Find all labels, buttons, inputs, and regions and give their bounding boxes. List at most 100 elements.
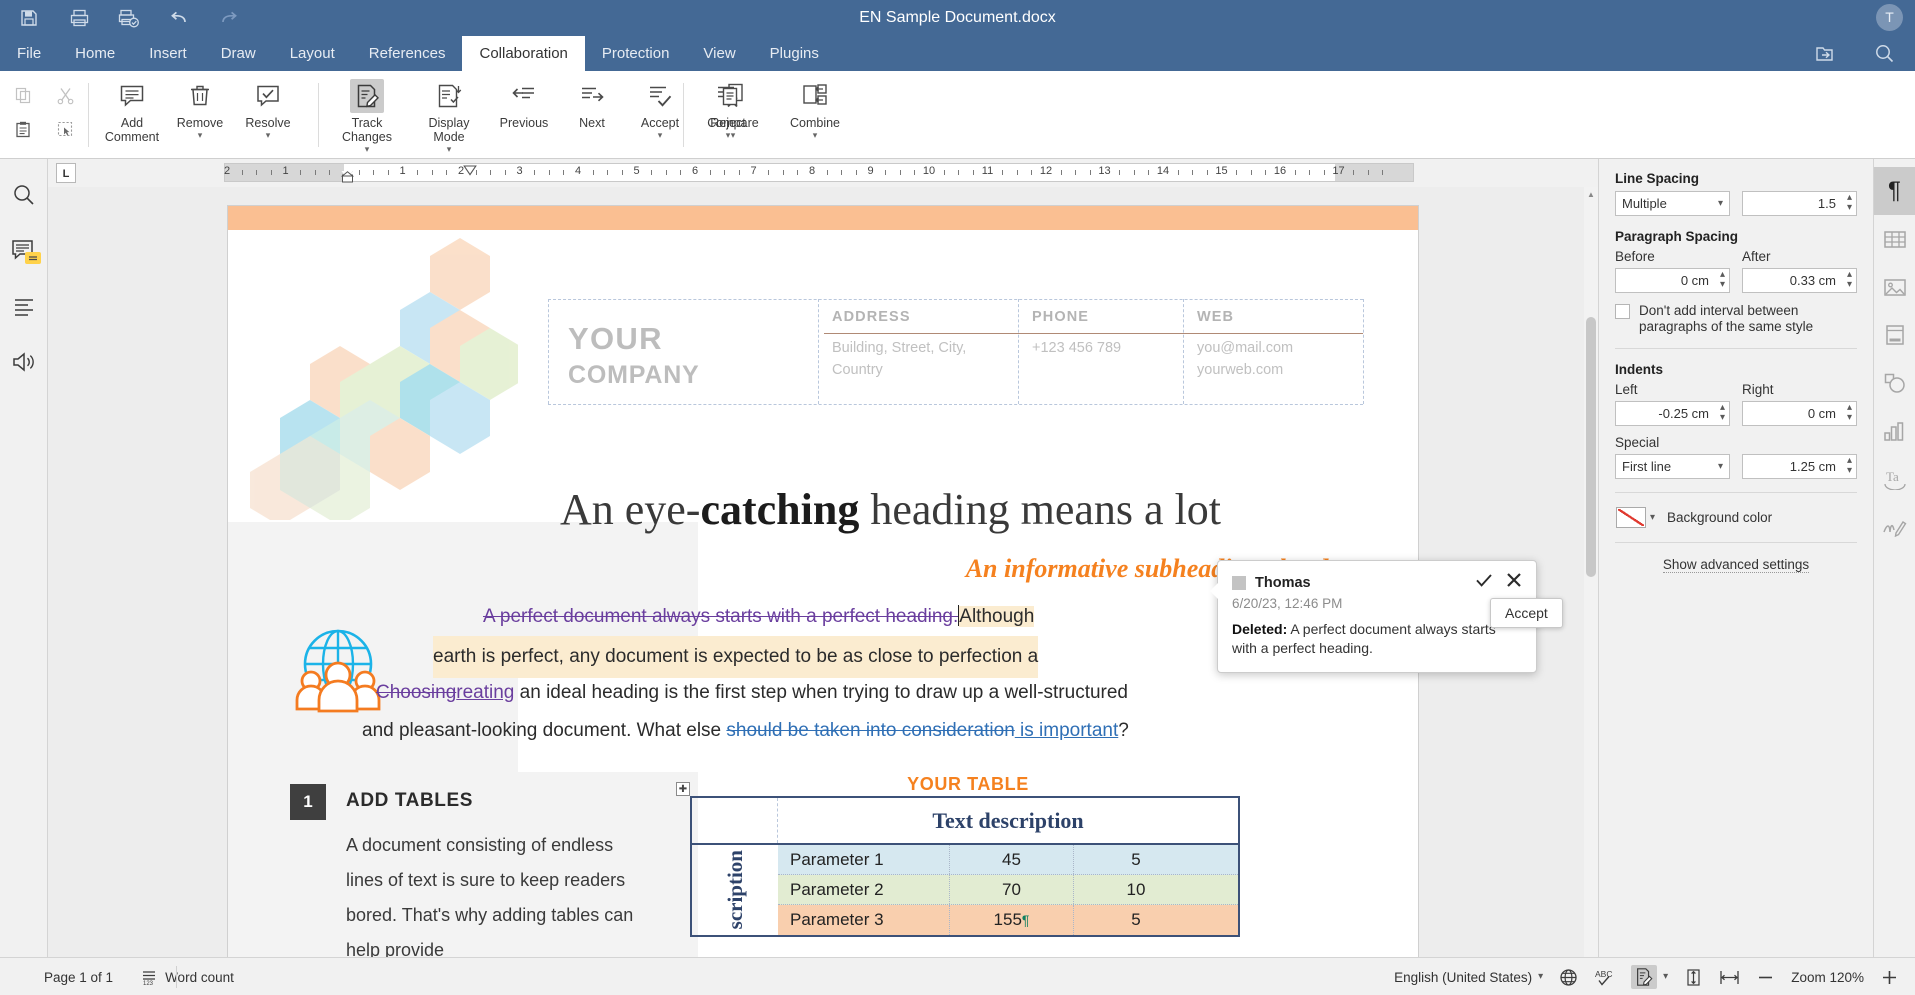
chevron-up-icon[interactable]: ▴: [1720, 404, 1725, 412]
document-table[interactable]: ✚ Text description scription Parameter 1: [690, 796, 1240, 937]
special-indent-select[interactable]: First line ▾: [1615, 454, 1730, 479]
right-rail-signature-settings[interactable]: [1874, 503, 1915, 551]
chevron-down-icon[interactable]: ▾: [1720, 414, 1725, 422]
resolve-comment-button[interactable]: Resolve ▾: [234, 71, 302, 155]
chevron-down-icon[interactable]: ▾: [365, 145, 370, 153]
right-rail-header-footer-settings[interactable]: [1874, 311, 1915, 359]
horizontal-ruler[interactable]: 211234567891011121314151617: [224, 163, 1414, 182]
page-indicator[interactable]: Page 1 of 1: [44, 970, 113, 985]
cut-icon[interactable]: [48, 79, 82, 111]
tab-protection[interactable]: Protection: [585, 36, 687, 71]
word-count-icon[interactable]: 123: [141, 969, 157, 986]
chevron-down-icon[interactable]: ▾: [1538, 973, 1543, 981]
special-indent-stepper[interactable]: ▴▾: [1847, 457, 1852, 475]
chevron-down-icon[interactable]: ▾: [1847, 204, 1852, 212]
chevron-down-icon[interactable]: ▾: [1847, 467, 1852, 475]
no-interval-checkbox[interactable]: [1615, 304, 1630, 319]
check-icon[interactable]: [1475, 572, 1493, 593]
tab-references[interactable]: References: [352, 36, 463, 71]
chevron-down-icon[interactable]: ▾: [1650, 514, 1655, 522]
close-icon[interactable]: [1506, 572, 1522, 593]
chevron-down-icon[interactable]: ▾: [1663, 973, 1668, 981]
tab-stop-selector[interactable]: L: [56, 163, 76, 183]
set-language-icon[interactable]: [1559, 968, 1578, 987]
track-changes-status-icon[interactable]: [1631, 965, 1657, 989]
chevron-down-icon[interactable]: ▾: [658, 131, 663, 139]
right-rail-chart-settings[interactable]: [1874, 407, 1915, 455]
zoom-out-icon[interactable]: [1756, 968, 1775, 987]
remove-comment-button[interactable]: Remove ▾: [166, 71, 234, 155]
sidebar-item-feedback[interactable]: [0, 338, 47, 385]
compare-button[interactable]: Compare ▾: [692, 71, 774, 155]
search-icon[interactable]: [1865, 39, 1903, 69]
review-change-popup[interactable]: Thomas 6/20/23, 12:46 PM Deleted: A perf…: [1217, 560, 1537, 673]
spell-check-icon[interactable]: ABC: [1594, 968, 1615, 987]
display-mode-button[interactable]: Display Mode ▾: [408, 71, 490, 155]
chevron-up-icon[interactable]: ▴: [1847, 194, 1852, 202]
right-rail-table-settings[interactable]: [1874, 215, 1915, 263]
add-comment-button[interactable]: Add Comment: [98, 71, 166, 155]
indent-left-stepper[interactable]: ▴▾: [1720, 404, 1725, 422]
letterhead-table[interactable]: YOUR COMPANY ADDRESS Building, Street, C…: [548, 299, 1363, 404]
tab-file[interactable]: File: [0, 36, 58, 71]
user-avatar[interactable]: T: [1876, 4, 1903, 31]
tab-view[interactable]: View: [686, 36, 752, 71]
indent-right-input[interactable]: 0 cm: [1742, 401, 1857, 426]
copy-icon[interactable]: [6, 79, 40, 111]
scroll-up-arrow[interactable]: ▲: [1584, 187, 1598, 201]
tab-layout[interactable]: Layout: [273, 36, 352, 71]
fit-to-width-icon[interactable]: [1719, 968, 1740, 987]
spacing-before-stepper[interactable]: ▴▾: [1720, 271, 1725, 289]
right-rail-image-settings[interactable]: [1874, 263, 1915, 311]
chevron-down-icon[interactable]: ▾: [447, 145, 452, 153]
paste-icon[interactable]: [6, 113, 40, 145]
chevron-down-icon[interactable]: ▾: [266, 131, 271, 139]
show-advanced-settings-link[interactable]: Show advanced settings: [1663, 557, 1809, 573]
line-spacing-mode-select[interactable]: Multiple ▾: [1615, 191, 1730, 216]
spacing-after-stepper[interactable]: ▴▾: [1847, 271, 1852, 289]
indent-right-stepper[interactable]: ▴▾: [1847, 404, 1852, 422]
chevron-down-icon[interactable]: ▾: [813, 131, 818, 139]
table-row[interactable]: Parameter 2 70 10: [778, 875, 1238, 905]
chevron-down-icon[interactable]: ▾: [1847, 414, 1852, 422]
vertical-scrollbar[interactable]: ▲ ▼: [1584, 187, 1598, 977]
select-all-icon[interactable]: [48, 113, 82, 145]
background-color-picker[interactable]: ▾: [1615, 506, 1656, 529]
right-rail-paragraph-settings[interactable]: ¶: [1874, 167, 1915, 215]
special-indent-input[interactable]: 1.25 cm: [1742, 454, 1857, 479]
tab-draw[interactable]: Draw: [204, 36, 273, 71]
indent-left-input[interactable]: -0.25 cm: [1615, 401, 1730, 426]
spacing-after-input[interactable]: 0.33 cm: [1742, 268, 1857, 293]
hanging-indent-marker[interactable]: [341, 171, 353, 178]
chevron-up-icon[interactable]: ▴: [1847, 457, 1852, 465]
tab-plugins[interactable]: Plugins: [753, 36, 836, 71]
tab-collaboration[interactable]: Collaboration: [462, 36, 584, 71]
right-rail-shape-settings[interactable]: [1874, 359, 1915, 407]
table-row[interactable]: Parameter 3 155¶ 5: [778, 905, 1238, 935]
track-changes-button[interactable]: Track Changes ▾: [326, 71, 408, 155]
scrollbar-thumb[interactable]: [1586, 317, 1596, 577]
language-label[interactable]: English (United States): [1394, 970, 1532, 985]
chevron-down-icon[interactable]: ▾: [1720, 281, 1725, 289]
right-rail-text-art-settings[interactable]: Ta: [1874, 455, 1915, 503]
next-change-button[interactable]: Next: [558, 71, 626, 155]
chevron-down-icon[interactable]: ▾: [198, 131, 203, 139]
chevron-up-icon[interactable]: ▴: [1847, 271, 1852, 279]
sidebar-item-comments[interactable]: [0, 226, 47, 273]
spacing-before-input[interactable]: 0 cm: [1615, 268, 1730, 293]
zoom-in-icon[interactable]: [1880, 968, 1899, 987]
line-spacing-value-input[interactable]: 1.5: [1742, 191, 1857, 216]
previous-change-button[interactable]: Previous: [490, 71, 558, 155]
tab-home[interactable]: Home: [58, 36, 132, 71]
sidebar-item-headings[interactable]: [0, 283, 47, 330]
sidebar-item-search[interactable]: [0, 171, 47, 218]
chevron-down-icon[interactable]: ▾: [1847, 281, 1852, 289]
table-move-handle[interactable]: ✚: [676, 782, 690, 796]
combine-button[interactable]: Combine ▾: [774, 71, 856, 155]
chevron-down-icon[interactable]: ▾: [731, 131, 736, 139]
open-file-location-icon[interactable]: [1805, 39, 1843, 69]
table-row[interactable]: Parameter 1 45 5: [778, 845, 1238, 875]
chevron-up-icon[interactable]: ▴: [1847, 404, 1852, 412]
tab-insert[interactable]: Insert: [132, 36, 204, 71]
chevron-up-icon[interactable]: ▴: [1720, 271, 1725, 279]
